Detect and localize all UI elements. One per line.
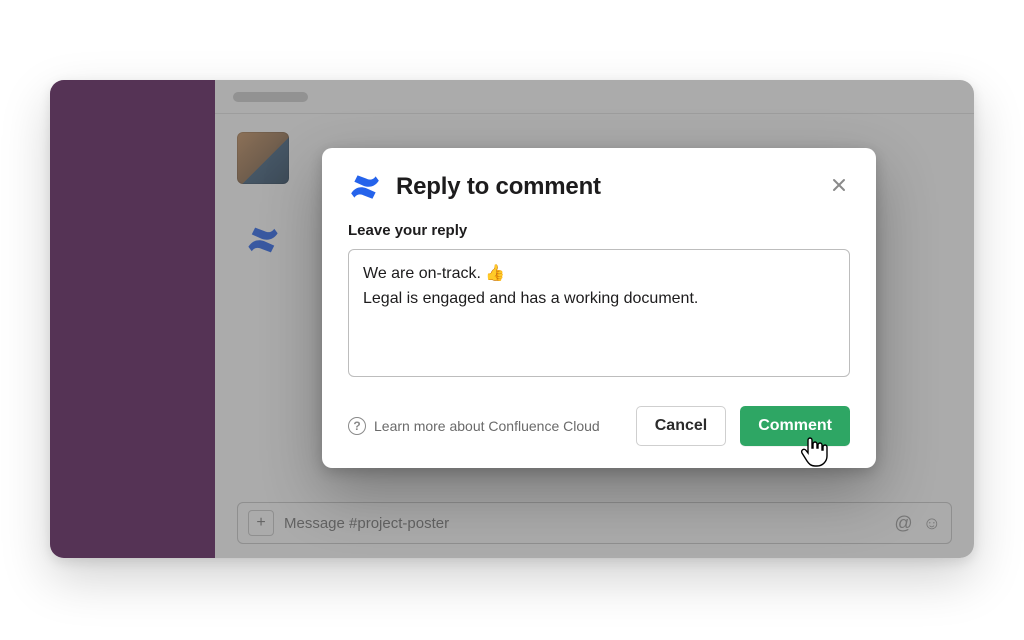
stage: + @ ☺ Reply to comment L (0, 0, 1024, 640)
reply-label: Leave your reply (348, 222, 850, 239)
modal-close-button[interactable] (826, 172, 852, 198)
confluence-icon (348, 170, 382, 204)
modal-title: Reply to comment (396, 173, 601, 201)
help-link[interactable]: ? Learn more about Confluence Cloud (348, 417, 600, 435)
help-text: Learn more about Confluence Cloud (374, 418, 600, 434)
close-icon (831, 177, 847, 193)
comment-button[interactable]: Comment (740, 406, 850, 446)
reply-modal: Reply to comment Leave your reply ? Lear… (322, 148, 876, 468)
reply-textarea[interactable] (348, 249, 850, 377)
modal-footer: ? Learn more about Confluence Cloud Canc… (348, 406, 850, 446)
help-icon: ? (348, 417, 366, 435)
slack-window: + @ ☺ Reply to comment L (50, 80, 974, 558)
modal-header: Reply to comment (348, 170, 850, 204)
cancel-button[interactable]: Cancel (636, 406, 726, 446)
